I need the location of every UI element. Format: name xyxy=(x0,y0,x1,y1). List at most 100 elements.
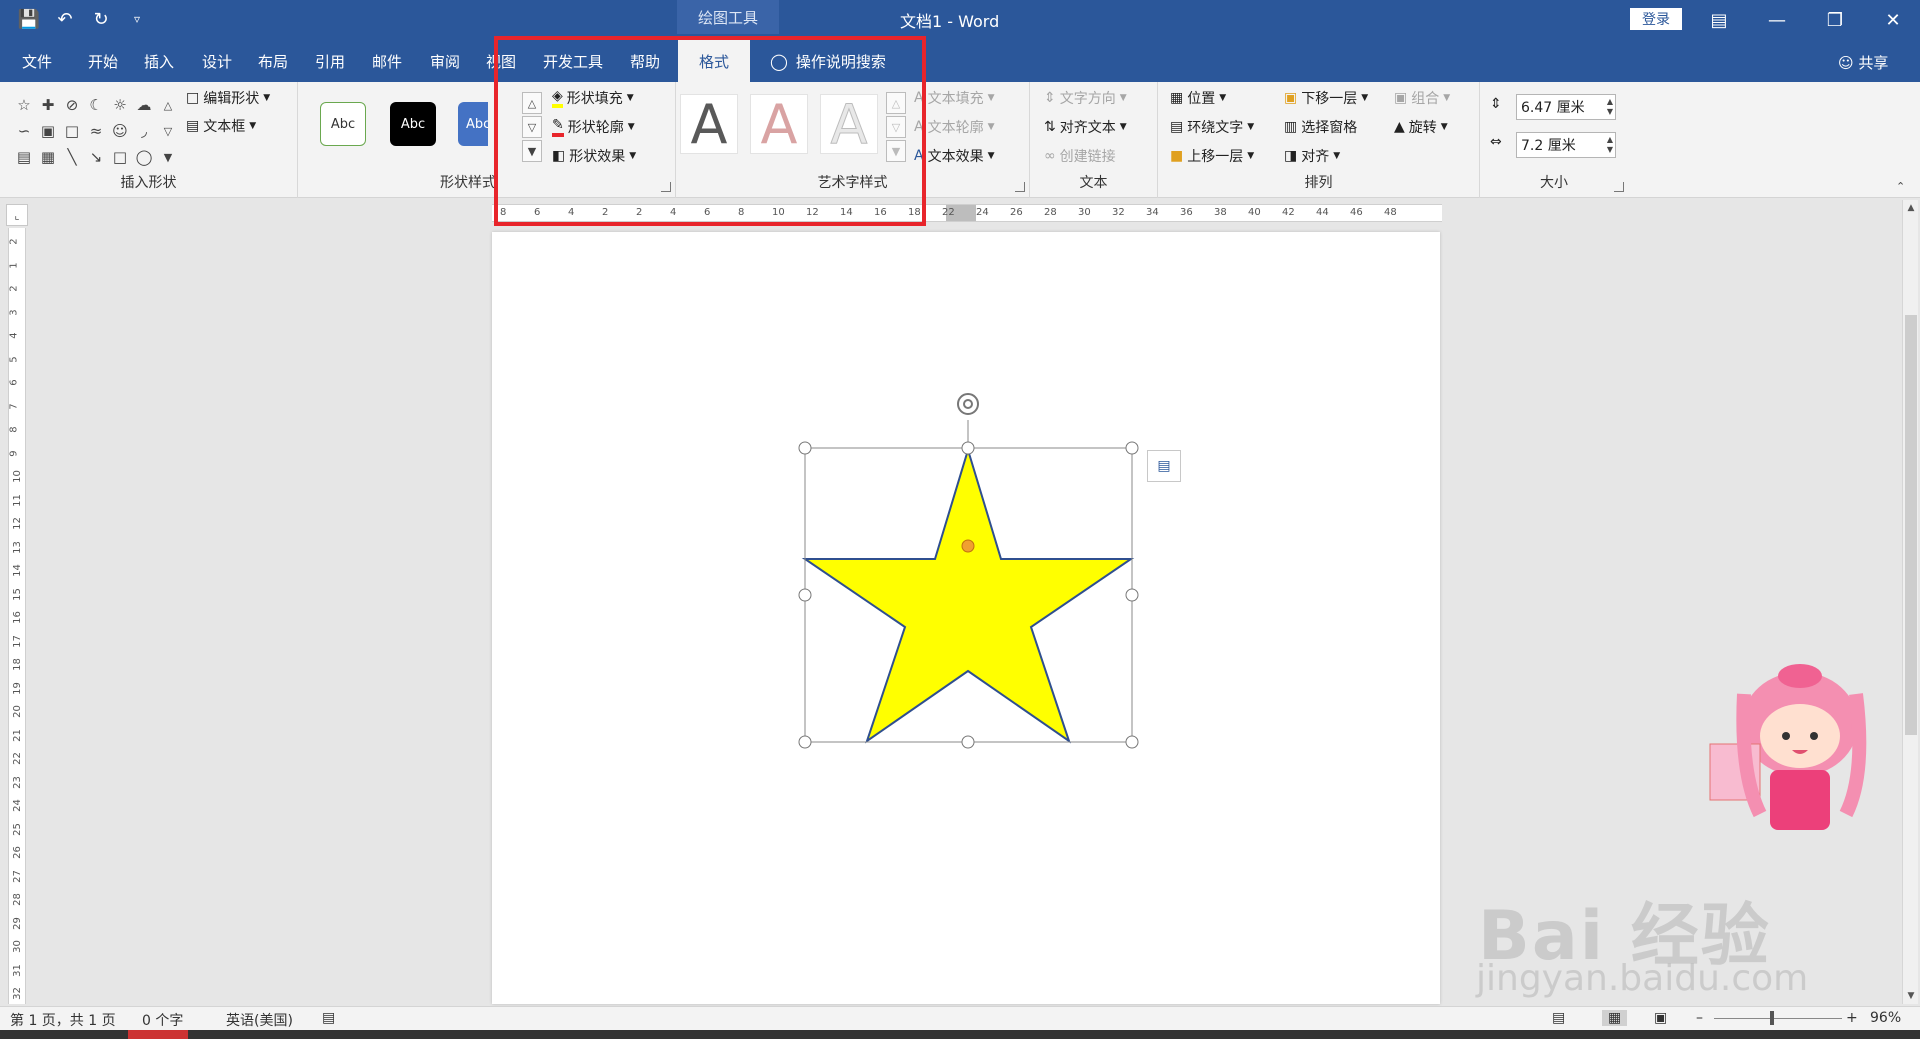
moon-shape-icon[interactable]: ☾ xyxy=(84,92,108,118)
shape-style-swatch-outline[interactable]: Abc xyxy=(320,102,366,146)
tab-format[interactable]: 格式 xyxy=(678,40,750,82)
gallery-down-icon[interactable]: ▽ xyxy=(522,116,542,138)
print-layout-icon[interactable]: ▦ xyxy=(1602,1010,1628,1026)
shape-style-swatch-blue[interactable]: Abc xyxy=(458,102,488,146)
zoom-out-icon[interactable]: – xyxy=(1696,1010,1703,1026)
vertical-textbox-shape-icon[interactable]: ▦ xyxy=(36,144,60,170)
wordart-style-3[interactable]: A xyxy=(820,92,878,156)
send-backward-button[interactable]: ▣ 下移一层 ▼ xyxy=(1284,88,1368,108)
ribbon-display-options-icon[interactable]: ▤ xyxy=(1696,4,1742,36)
zoom-slider[interactable] xyxy=(1714,1018,1842,1019)
shape-style-swatch-black[interactable]: Abc xyxy=(390,102,436,146)
shape-gallery[interactable]: ☆ ✚ ⊘ ☾ ☼ ☁ △ ∽ ▣ □ ≈ ☺ ◞ ▽ ▤ ▦ ╲ ↘ □ ◯ … xyxy=(12,92,180,170)
height-spinner-icon[interactable]: ▲ ▼ xyxy=(1607,97,1613,117)
gallery-up-icon[interactable]: △ xyxy=(886,92,906,114)
wave-shape-icon[interactable]: ≈ xyxy=(84,118,108,144)
gallery-more-icon[interactable]: ▼ xyxy=(886,140,906,162)
zoom-in-icon[interactable]: + xyxy=(1846,1010,1858,1026)
shape-outline-button[interactable]: ✎ 形状轮廓 ▼ xyxy=(552,117,635,137)
textbox-shape-icon[interactable]: ▤ xyxy=(12,144,36,170)
shape-width-input[interactable]: 7.2 厘米 ▲ ▼ xyxy=(1516,132,1616,158)
undo-icon[interactable]: ↶ xyxy=(54,8,76,30)
scroll-down-icon[interactable]: ▼ xyxy=(1903,988,1919,1004)
rotate-handle-icon[interactable] xyxy=(957,393,979,415)
scrollbar-thumb[interactable] xyxy=(1905,315,1917,735)
tell-me-search[interactable]: ◯ 操作说明搜索 xyxy=(770,40,886,82)
callout-shape-icon[interactable]: □ xyxy=(60,118,84,144)
text-outline-button[interactable]: A 文本轮廓 ▼ xyxy=(914,117,995,137)
close-icon[interactable]: ✕ xyxy=(1870,4,1916,36)
edit-shape-button[interactable]: □ 编辑形状 ▼ xyxy=(186,88,270,108)
arc-shape-icon[interactable]: ◞ xyxy=(132,118,156,144)
customize-qat-icon[interactable]: ▿ xyxy=(126,8,148,30)
wordart-style-1[interactable]: A xyxy=(680,93,738,156)
dialog-launcher-icon[interactable] xyxy=(1015,182,1025,192)
oval-shape-icon[interactable]: ◯ xyxy=(132,144,156,170)
login-button[interactable]: 登录 xyxy=(1630,8,1682,30)
cube-shape-icon[interactable]: ▣ xyxy=(36,118,60,144)
gallery-up-icon[interactable]: △ xyxy=(522,92,542,114)
minimize-icon[interactable]: — xyxy=(1754,4,1800,36)
macro-record-icon[interactable]: ▤ xyxy=(322,1010,335,1026)
shape-effects-button[interactable]: ◧ 形状效果 ▼ xyxy=(552,146,636,166)
share-button[interactable]: ☺ 共享 xyxy=(1838,52,1888,73)
redo-icon[interactable]: ↻ xyxy=(90,8,112,30)
tab-file[interactable]: 文件 xyxy=(22,40,52,82)
tab-developer[interactable]: 开发工具 xyxy=(543,40,603,82)
dialog-launcher-icon[interactable] xyxy=(1614,182,1624,192)
text-effects-button[interactable]: A 文本效果 ▼ xyxy=(914,146,995,166)
vertical-ruler[interactable]: 2 1 2 3 4 5 6 7 8 9 10 11 12 13 14 15 16 17 18 19 20 21 22 23 24… xyxy=(8,228,26,1004)
gallery-more-icon[interactable]: ▼ xyxy=(522,140,542,162)
tab-mailings[interactable]: 邮件 xyxy=(372,40,402,82)
shape-fill-button[interactable]: ◈ 形状填充 ▼ xyxy=(552,88,634,108)
align-text-button[interactable]: ⇅ 对齐文本 ▼ xyxy=(1044,117,1127,137)
wrap-text-button[interactable]: ▤ 环绕文字 ▼ xyxy=(1170,117,1254,137)
language-indicator[interactable]: 英语(美国) xyxy=(226,1010,293,1030)
text-box-button[interactable]: ▤ 文本框 ▼ xyxy=(186,116,256,136)
text-direction-button[interactable]: ⇕ 文字方向 ▼ xyxy=(1044,88,1127,108)
rotate-button[interactable]: ▲ 旋转 ▼ xyxy=(1394,117,1448,137)
page-count[interactable]: 第 1 页，共 1 页 xyxy=(10,1010,116,1030)
tab-design[interactable]: 设计 xyxy=(202,40,232,82)
tab-review[interactable]: 审阅 xyxy=(430,40,460,82)
tab-home[interactable]: 开始 xyxy=(88,40,118,82)
width-spinner-icon[interactable]: ▲ ▼ xyxy=(1607,135,1613,155)
restore-icon[interactable]: ❐ xyxy=(1812,4,1858,36)
tab-layout[interactable]: 布局 xyxy=(258,40,288,82)
collapse-ribbon-icon[interactable]: ⌃ xyxy=(1896,180,1905,193)
bring-forward-button[interactable]: ■ 上移一层 ▼ xyxy=(1170,146,1254,166)
shape-height-input[interactable]: 6.47 厘米 ▲ ▼ xyxy=(1516,94,1616,120)
freeform-shape-icon[interactable]: ∽ xyxy=(12,118,36,144)
tab-references[interactable]: 引用 xyxy=(315,40,345,82)
no-symbol-shape-icon[interactable]: ⊘ xyxy=(60,92,84,118)
document-page[interactable] xyxy=(492,232,1440,1004)
vertical-scrollbar[interactable]: ▲ ▼ xyxy=(1902,200,1918,1004)
position-button[interactable]: ▦ 位置 ▼ xyxy=(1170,88,1226,108)
sun-shape-icon[interactable]: ☼ xyxy=(108,92,132,118)
group-objects-button[interactable]: ▣ 组合 ▼ xyxy=(1394,88,1450,108)
cross-shape-icon[interactable]: ✚ xyxy=(36,92,60,118)
gallery-down-icon[interactable]: ▽ xyxy=(886,116,906,138)
scroll-up-icon[interactable]: △ xyxy=(156,92,180,118)
rectangle-shape-icon[interactable]: □ xyxy=(108,144,132,170)
layout-options-icon[interactable]: ▤ xyxy=(1147,450,1181,482)
zoom-level[interactable]: 96% xyxy=(1870,1010,1901,1026)
star-shape-icon[interactable]: ☆ xyxy=(12,92,36,118)
web-layout-icon[interactable]: ▣ xyxy=(1654,1010,1667,1026)
cloud-shape-icon[interactable]: ☁ xyxy=(132,92,156,118)
arrow-line-shape-icon[interactable]: ↘ xyxy=(84,144,108,170)
save-icon[interactable]: 💾 xyxy=(18,8,40,30)
wordart-style-2[interactable]: A xyxy=(750,93,808,156)
smiley-shape-icon[interactable]: ☺ xyxy=(108,118,132,144)
zoom-slider-thumb[interactable] xyxy=(1770,1011,1774,1025)
dialog-launcher-icon[interactable] xyxy=(661,182,671,192)
create-link-button[interactable]: ∞ 创建链接 xyxy=(1044,146,1116,166)
horizontal-ruler[interactable]: 8 6 4 2 2 4 6 8 10 12 14 16 18 22 24 26 28 30 32 34 36 38 40 42… xyxy=(492,204,1442,222)
word-count[interactable]: 0 个字 xyxy=(142,1010,183,1030)
selection-pane-button[interactable]: ▥ 选择窗格 xyxy=(1284,117,1357,137)
scroll-down-icon[interactable]: ▽ xyxy=(156,118,180,144)
read-mode-icon[interactable]: ▤ xyxy=(1552,1010,1565,1026)
tab-selector[interactable]: ⌞ xyxy=(6,204,28,226)
scroll-up-icon[interactable]: ▲ xyxy=(1903,200,1919,216)
text-fill-button[interactable]: A 文本填充 ▼ xyxy=(914,88,995,108)
